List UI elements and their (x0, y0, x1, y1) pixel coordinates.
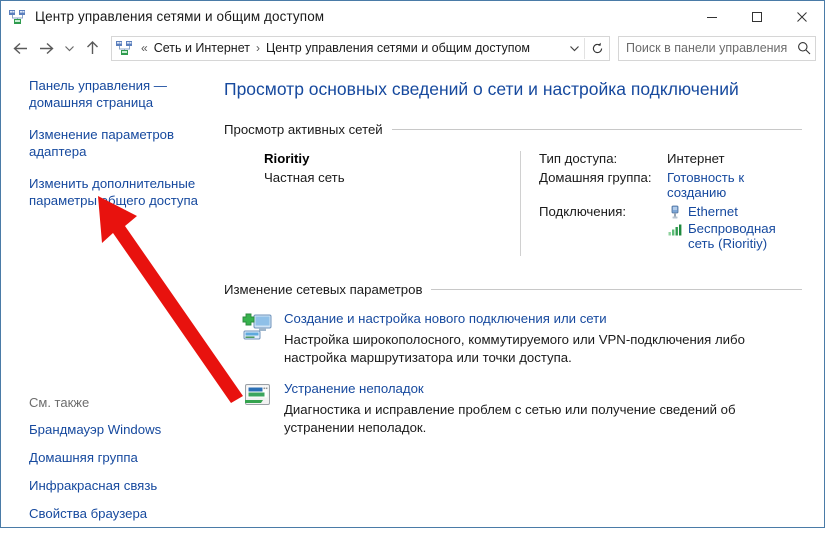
detail-access-type: Тип доступа: Интернет (539, 151, 802, 166)
up-button[interactable] (79, 35, 105, 61)
forward-arrow-icon (39, 42, 54, 54)
maximize-button[interactable] (734, 1, 779, 32)
troubleshoot-icon (242, 381, 273, 412)
task-body: Создание и настройка нового подключения … (284, 310, 802, 367)
see-also-infrared[interactable]: Инфракрасная связь (1, 477, 219, 494)
new-connection-icon (242, 311, 273, 342)
active-networks-heading: Просмотр активных сетей (224, 122, 802, 137)
see-also-windows-firewall[interactable]: Брандмауэр Windows (1, 421, 219, 438)
breadcrumb-separator: › (255, 41, 260, 55)
connection-ethernet[interactable]: Ethernet (667, 204, 802, 220)
maximize-icon (751, 11, 762, 22)
network-sharing-icon (9, 9, 26, 25)
address-dropdown-button[interactable] (564, 38, 584, 59)
navigation-bar: « Сеть и Интернет › Центр управления сет… (1, 32, 824, 64)
wifi-signal-icon (667, 222, 683, 237)
task-description: Диагностика и исправление проблем с сеть… (284, 402, 736, 435)
active-networks-panel: Rioritiy Частная сеть Тип доступа: Интер… (224, 151, 802, 256)
window-title: Центр управления сетями и общим доступом (35, 9, 325, 24)
search-icon[interactable] (793, 41, 815, 55)
search-box[interactable] (618, 35, 816, 61)
address-bar[interactable]: « Сеть и Интернет › Центр управления сет… (111, 35, 610, 61)
detail-value: Интернет (667, 151, 725, 166)
change-settings-heading: Изменение сетевых параметров (224, 282, 802, 297)
breadcrumb-item-network-sharing-center[interactable]: Центр управления сетями и общим доступом (264, 40, 532, 56)
back-arrow-icon (12, 42, 27, 54)
network-sharing-icon (116, 40, 133, 56)
title-bar: Центр управления сетями и общим доступом (1, 1, 824, 32)
breadcrumb-overflow[interactable]: « (137, 41, 152, 55)
detail-homegroup: Домашняя группа: Готовность к созданию (539, 170, 802, 200)
heading-rule (391, 129, 802, 130)
search-input[interactable] (619, 41, 793, 55)
change-settings-label: Изменение сетевых параметров (224, 282, 423, 297)
network-type: Частная сеть (264, 170, 345, 185)
detail-key: Домашняя группа: (539, 170, 652, 185)
sidebar: Панель управления — домашняя страница Из… (1, 64, 219, 527)
task-description: Настройка широкополосного, коммутируемог… (284, 332, 745, 365)
detail-key: Тип доступа: (539, 151, 618, 166)
active-networks-label: Просмотр активных сетей (224, 122, 383, 137)
close-button[interactable] (779, 1, 824, 32)
ethernet-cable-icon (667, 205, 683, 220)
minimize-button[interactable] (689, 1, 734, 32)
network-summary: Rioritiy Частная сеть (224, 151, 520, 256)
control-panel-window: Центр управления сетями и общим доступом (0, 0, 825, 528)
see-also-internet-options[interactable]: Свойства браузера (1, 505, 219, 522)
chevron-down-icon (569, 45, 579, 51)
content-area: Панель управления — домашняя страница Из… (1, 64, 824, 527)
network-details: Тип доступа: Интернет Домашняя группа: Г… (539, 151, 802, 256)
panel-divider (520, 151, 521, 256)
network-name: Rioritiy (264, 151, 310, 166)
connection-label[interactable]: Беспроводная сеть (Rioritiy) (688, 221, 802, 251)
page-title: Просмотр основных сведений о сети и наст… (224, 79, 739, 99)
refresh-icon (592, 42, 602, 53)
breadcrumb-item-network-internet[interactable]: Сеть и Интернет (152, 40, 252, 56)
minimize-icon (706, 16, 717, 18)
sidebar-item-control-panel-home[interactable]: Панель управления — домашняя страница (1, 77, 219, 111)
connection-label[interactable]: Ethernet (688, 204, 738, 219)
back-button[interactable] (7, 35, 33, 61)
sidebar-item-change-adapter-settings[interactable]: Изменение параметров адаптера (1, 126, 219, 160)
see-also-homegroup[interactable]: Домашняя группа (1, 449, 219, 466)
see-also-section: См. также Брандмауэр Windows Домашняя гр… (1, 395, 219, 533)
heading-rule (431, 289, 802, 290)
homegroup-link[interactable]: Готовность к созданию (667, 170, 802, 200)
connection-wireless[interactable]: Беспроводная сеть (Rioritiy) (667, 221, 802, 251)
task-setup-new-connection[interactable]: Создание и настройка нового подключения … (224, 310, 802, 367)
forward-button[interactable] (33, 35, 59, 61)
task-body: Устранение неполадок Диагностика и испра… (284, 380, 802, 437)
up-arrow-icon (86, 41, 98, 54)
sidebar-item-advanced-sharing-settings[interactable]: Изменить дополнительные параметры общего… (1, 175, 219, 209)
detail-connections: Подключения: Ethernet Беспроводная сеть … (539, 204, 802, 252)
change-settings-section: Изменение сетевых параметров Создание и … (224, 282, 802, 437)
main-pane: Просмотр основных сведений о сети и наст… (219, 64, 824, 527)
task-title[interactable]: Создание и настройка нового подключения … (284, 310, 607, 327)
window-controls (689, 1, 824, 32)
recent-locations-button[interactable] (59, 35, 79, 61)
detail-key: Подключения: (539, 204, 627, 219)
close-icon (796, 11, 807, 22)
see-also-title: См. также (29, 395, 90, 410)
task-title[interactable]: Устранение неполадок (284, 380, 424, 397)
task-troubleshoot[interactable]: Устранение неполадок Диагностика и испра… (224, 380, 802, 437)
refresh-button[interactable] (584, 37, 609, 59)
chevron-down-icon (64, 45, 74, 51)
connections-list: Ethernet Беспроводная сеть (Rioritiy) (667, 204, 802, 252)
